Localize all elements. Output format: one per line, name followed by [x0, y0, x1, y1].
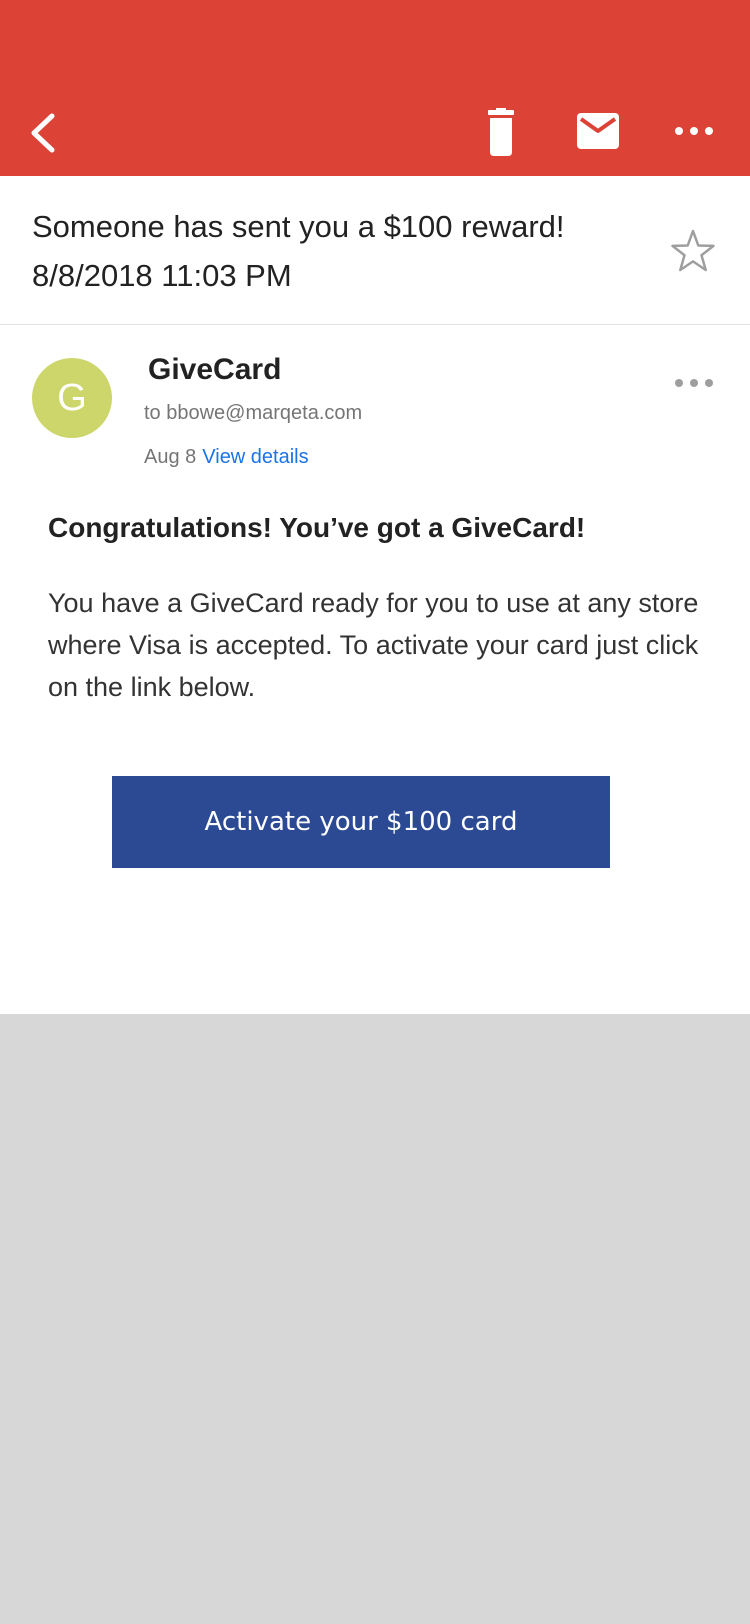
message-more-icon[interactable]	[672, 372, 716, 394]
view-details-link[interactable]: View details	[202, 446, 308, 468]
star-icon[interactable]	[670, 228, 716, 274]
envelope-icon[interactable]	[574, 110, 622, 152]
email-datetime: 8/8/2018 11:03 PM	[32, 258, 292, 293]
avatar: G	[32, 358, 112, 438]
activate-card-button[interactable]: Activate your $100 card	[112, 776, 610, 868]
body-paragraph: You have a GiveCard ready for you to use…	[48, 588, 699, 702]
trash-icon[interactable]	[482, 108, 522, 158]
date-row: Aug 8 View details	[144, 442, 309, 472]
more-horizontal-icon[interactable]	[670, 116, 718, 146]
email-view: Someone has sent you a $100 reward! 8/8/…	[0, 176, 750, 1014]
sender-name: GiveCard	[148, 353, 282, 386]
back-icon[interactable]	[22, 106, 70, 158]
body-heading: Congratulations! You’ve got a GiveCard!	[48, 512, 586, 543]
email-subject-block: Someone has sent you a $100 reward! 8/8/…	[32, 202, 632, 300]
recipient: to bbowe@marqeta.com	[144, 402, 363, 424]
email-subject: Someone has sent you a $100 reward!	[32, 209, 565, 244]
header-divider	[0, 324, 750, 325]
message-date: Aug 8	[144, 446, 197, 468]
app-bar	[0, 0, 750, 176]
